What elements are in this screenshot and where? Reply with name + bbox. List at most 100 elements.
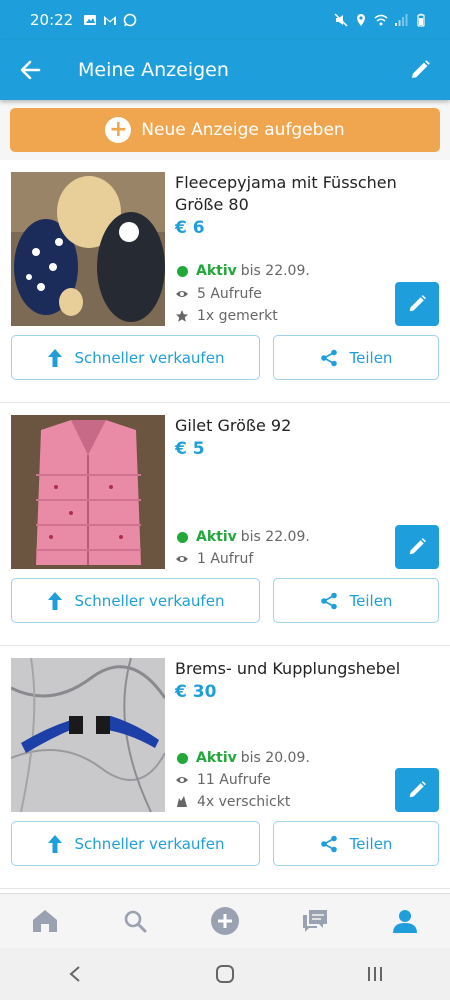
gmail-notification-icon: [104, 16, 117, 25]
new-ad-button[interactable]: + Neue Anzeige aufgeben: [10, 108, 440, 152]
star-icon: [176, 310, 188, 322]
page-title: Meine Anzeigen: [78, 59, 229, 81]
system-home-button[interactable]: [150, 948, 300, 1000]
views-count: 5 Aufrufe: [197, 286, 262, 302]
listing-watchlist: 1x gemerkt: [175, 306, 278, 326]
search-icon: [124, 910, 147, 933]
edit-listing-button[interactable]: [395, 768, 439, 812]
share-label: Teilen: [349, 591, 393, 610]
messages-icon: [303, 910, 327, 932]
gallery-notification-icon: [84, 15, 97, 25]
watchlist-count: 1x gemerkt: [197, 308, 278, 324]
sell-faster-button[interactable]: Schneller verkaufen: [11, 578, 260, 623]
listing-item[interactable]: Fleecepyjama mit Füsschen Größe 80 € 6 A…: [0, 160, 450, 403]
status-label: Aktiv: [196, 750, 237, 766]
status-until: bis 22.09.: [240, 529, 310, 545]
views-count: 11 Aufrufe: [197, 772, 271, 788]
paper-plane-icon: [177, 796, 187, 807]
status-label: Aktiv: [196, 529, 237, 545]
sell-faster-label: Schneller verkaufen: [74, 834, 225, 853]
sell-faster-button[interactable]: Schneller verkaufen: [11, 821, 260, 866]
listing-status: Aktiv bis 22.09.: [175, 261, 310, 281]
edit-listing-button[interactable]: [395, 525, 439, 569]
listing-title[interactable]: Gilet Größe 92: [175, 415, 435, 437]
arrow-left-icon: [20, 60, 41, 80]
status-bar: 20:22: [0, 0, 450, 40]
arrow-up-icon: [47, 348, 62, 367]
status-label: Aktiv: [196, 263, 237, 279]
listing-views: 11 Aufrufe: [175, 770, 271, 790]
nav-home[interactable]: [0, 894, 90, 948]
eye-icon: [176, 291, 188, 297]
arrow-up-icon: [47, 591, 62, 610]
mute-icon: [334, 13, 348, 27]
location-icon: [357, 14, 365, 26]
edit-button[interactable]: [390, 40, 450, 100]
new-ad-section: + Neue Anzeige aufgeben: [0, 100, 450, 160]
system-nav-bar: [0, 948, 450, 1000]
battery-icon: [417, 13, 425, 27]
pencil-icon: [409, 538, 426, 555]
active-dot-icon: [177, 265, 188, 277]
add-icon: [211, 907, 239, 935]
eye-icon: [176, 556, 188, 562]
plus-icon: +: [105, 117, 132, 143]
pencil-icon: [412, 60, 430, 78]
listing-title[interactable]: Brems- und Kupplungshebel: [175, 658, 435, 680]
chevron-left-icon: [69, 966, 80, 982]
share-icon: [320, 835, 337, 852]
share-icon: [320, 349, 337, 366]
whatsapp-notification-icon: [123, 13, 137, 27]
eye-icon: [176, 777, 188, 783]
nav-add[interactable]: [180, 894, 270, 948]
edit-listing-button[interactable]: [395, 282, 439, 326]
listing-item[interactable]: Brems- und Kupplungshebel € 30 Aktiv bis…: [0, 646, 450, 889]
profile-icon: [393, 910, 417, 933]
listing-price: € 5: [175, 439, 205, 459]
home-icon: [33, 910, 57, 932]
back-button[interactable]: [0, 40, 60, 100]
sell-faster-label: Schneller verkaufen: [74, 348, 225, 367]
share-icon: [320, 592, 337, 609]
system-recents-button[interactable]: [300, 948, 450, 1000]
listing-status: Aktiv bis 22.09.: [175, 527, 310, 547]
nav-profile[interactable]: [360, 894, 450, 948]
listing-views: 5 Aufrufe: [175, 284, 262, 304]
share-label: Teilen: [349, 834, 393, 853]
recents-icon: [368, 967, 382, 981]
share-label: Teilen: [349, 348, 393, 367]
listing-status: Aktiv bis 20.09.: [175, 748, 310, 768]
nav-messages[interactable]: [270, 894, 360, 948]
sell-faster-label: Schneller verkaufen: [74, 591, 225, 610]
listing-price: € 30: [175, 682, 217, 702]
pencil-icon: [409, 295, 426, 312]
sell-faster-button[interactable]: Schneller verkaufen: [11, 335, 260, 380]
share-button[interactable]: Teilen: [273, 578, 439, 623]
status-until: bis 22.09.: [240, 263, 310, 279]
nav-search[interactable]: [90, 894, 180, 948]
listing-item[interactable]: Gilet Größe 92 € 5 Aktiv bis 22.09. 1 Au…: [0, 403, 450, 646]
listing-views: 1 Aufruf: [175, 549, 253, 569]
listing-image[interactable]: [11, 172, 165, 326]
share-button[interactable]: Teilen: [273, 821, 439, 866]
status-until: bis 20.09.: [240, 750, 310, 766]
listing-title[interactable]: Fleecepyjama mit Füsschen Größe 80: [175, 172, 435, 216]
wifi-icon: [374, 14, 388, 26]
rounded-square-icon: [216, 965, 234, 983]
bottom-nav: [0, 893, 450, 948]
views-count: 1 Aufruf: [197, 551, 254, 567]
shipped-count: 4x verschickt: [197, 794, 291, 810]
listing-image[interactable]: [11, 658, 165, 812]
pencil-icon: [409, 781, 426, 798]
status-time: 20:22: [30, 11, 74, 29]
share-button[interactable]: Teilen: [273, 335, 439, 380]
active-dot-icon: [177, 752, 188, 764]
app-bar: Meine Anzeigen: [0, 40, 450, 100]
listing-image[interactable]: [11, 415, 165, 569]
arrow-up-icon: [47, 834, 62, 853]
listing-price: € 6: [175, 218, 205, 238]
active-dot-icon: [177, 531, 188, 543]
system-back-button[interactable]: [0, 948, 150, 1000]
new-ad-label: Neue Anzeige aufgeben: [141, 120, 345, 140]
listing-shipped: 4x verschickt: [175, 792, 290, 812]
